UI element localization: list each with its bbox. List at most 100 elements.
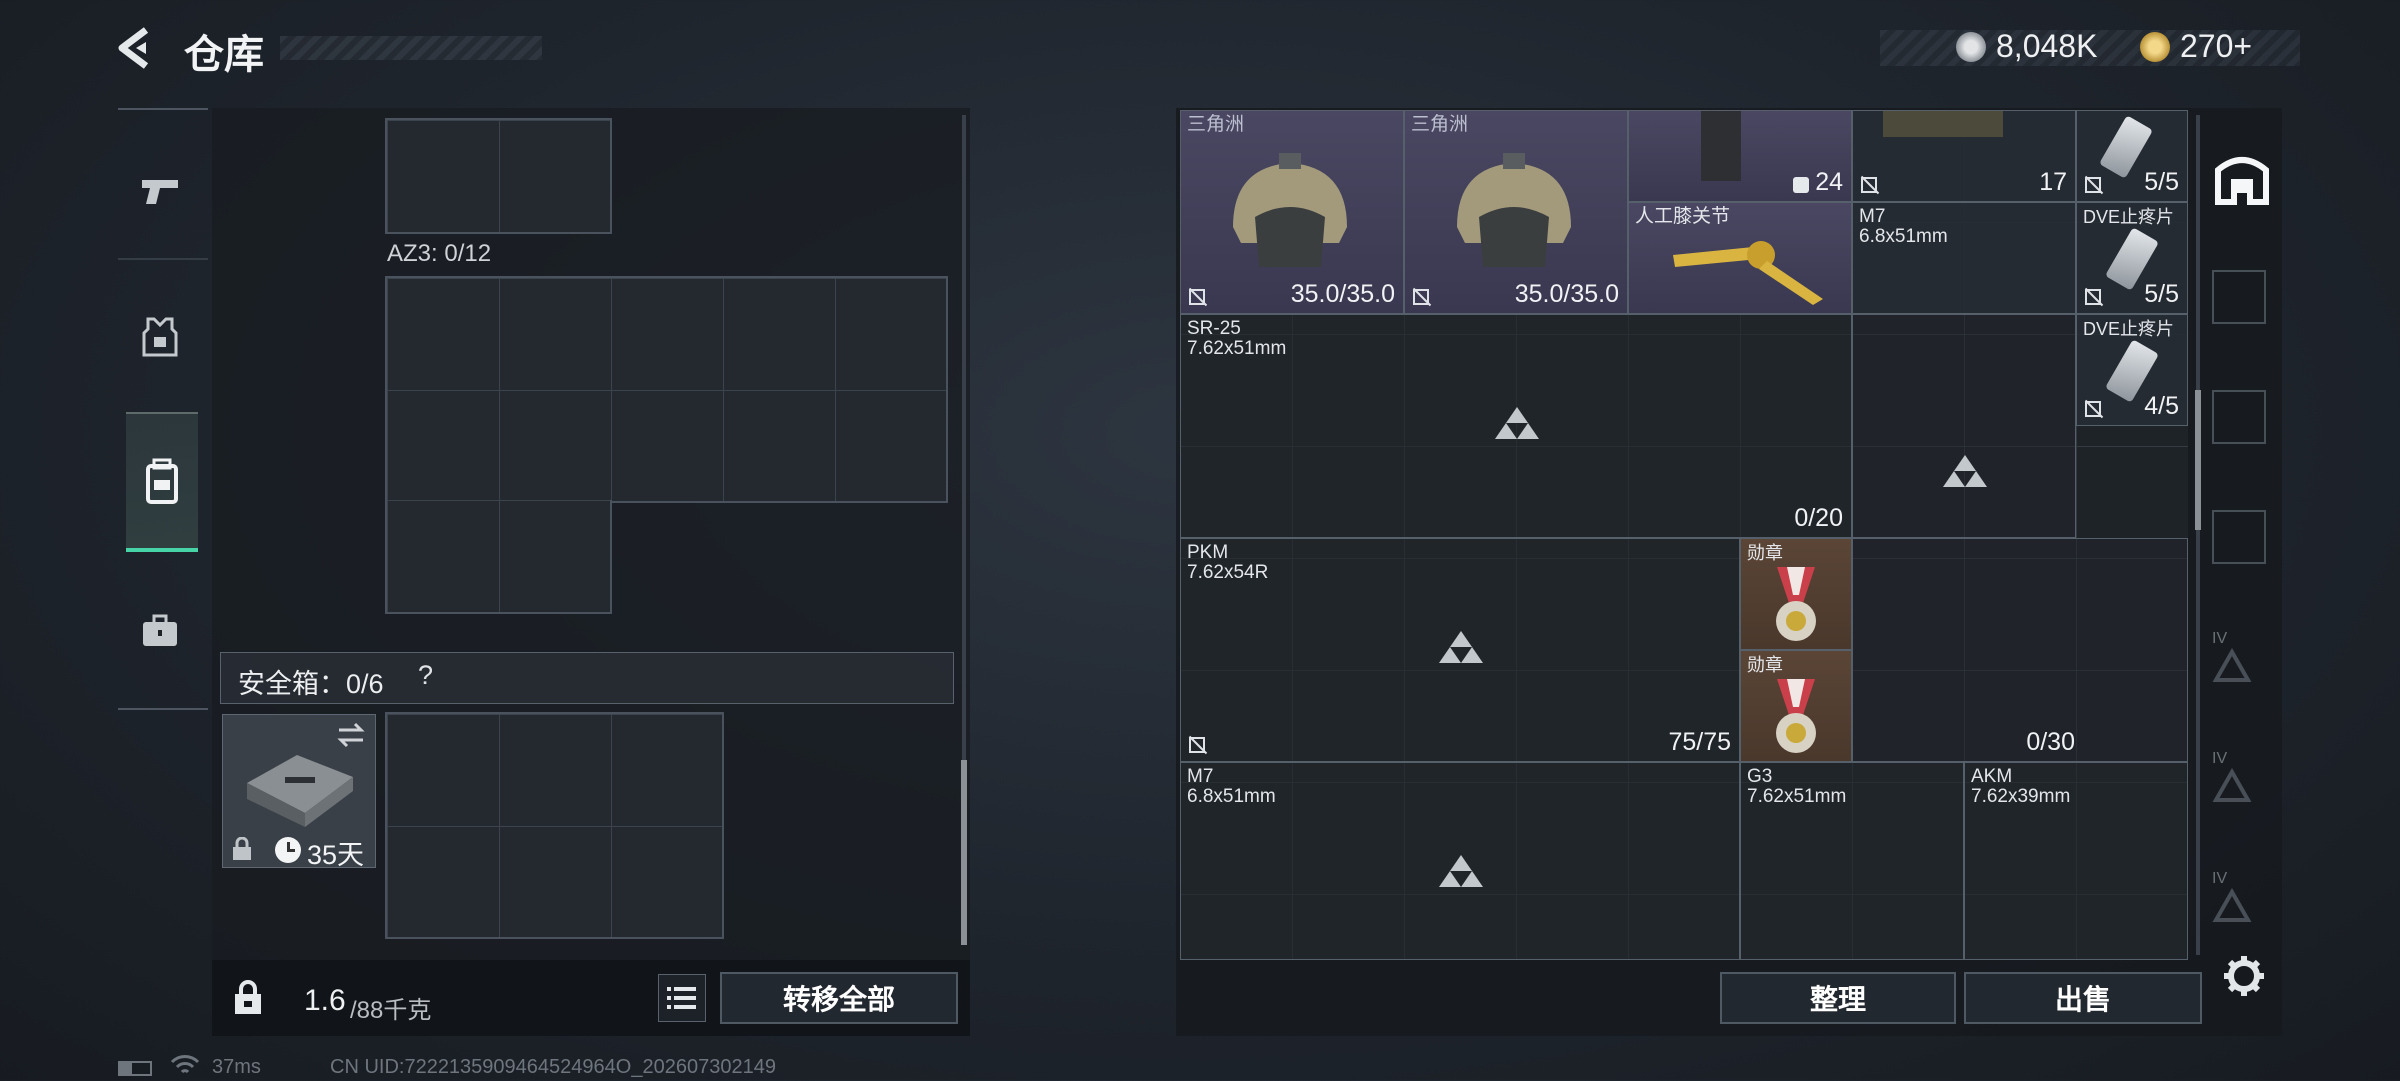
storage-icon	[2212, 887, 2252, 922]
warehouse-scrollbar-thumb[interactable]	[2195, 390, 2201, 530]
weight-lock-icon	[232, 980, 264, 1021]
tab-storage-2[interactable]	[2212, 390, 2266, 444]
painkiller-item-2[interactable]: DVE止疼片 4/5	[2076, 314, 2188, 426]
safe-box-label: 安全箱：0/6	[238, 669, 384, 699]
title-stripe	[280, 36, 542, 60]
item-top-a[interactable]: 24	[1628, 110, 1852, 202]
sr25-ammo-item[interactable]: SR-25 7.62x51mm 0/20	[1180, 314, 1852, 538]
tab-level-label: IV	[2212, 870, 2228, 887]
container-label: AZ3: 0/12	[387, 240, 492, 267]
swap-icon[interactable]	[335, 721, 367, 749]
helmet-image	[1457, 153, 1571, 267]
tab-warehouse-home[interactable]	[2210, 148, 2274, 212]
storage-icon	[2212, 767, 2252, 802]
armor-vest-icon	[142, 317, 178, 357]
settings-button[interactable]	[2222, 954, 2266, 998]
clock-icon	[275, 837, 301, 863]
no-durability-icon	[1187, 735, 1207, 755]
tab-level-3[interactable]: IV	[2212, 870, 2266, 924]
back-arrow-icon	[118, 27, 149, 69]
medal-image	[1776, 567, 1816, 641]
briefcase-icon	[143, 614, 177, 646]
safe-box-item[interactable]: 35天	[222, 714, 376, 870]
akm-ammo-item[interactable]: AKM 7.62x39mm	[1964, 762, 2188, 960]
organize-button[interactable]: 整理	[1720, 972, 1956, 1024]
no-durability-icon	[1859, 175, 1879, 195]
no-durability-icon	[1187, 287, 1207, 307]
item-image	[1883, 111, 2003, 137]
ticket-amount[interactable]: 270+	[2180, 28, 2252, 65]
tab-backpack-active[interactable]	[126, 412, 198, 552]
ticket-icon	[2140, 32, 2170, 62]
ammo-box-item[interactable]: 0/30	[1852, 538, 2188, 762]
safe-case-image	[247, 755, 353, 827]
container-grid-top[interactable]	[385, 118, 612, 234]
helmet-item-2[interactable]: 三角洲 35.0/35.0	[1404, 110, 1628, 314]
empty-slot-item[interactable]	[1852, 314, 2076, 538]
help-button[interactable]: ?	[418, 660, 433, 691]
tab-level-label: IV	[2212, 630, 2228, 647]
knee-joint-image	[1673, 241, 1823, 305]
coin-amount: 8,048K	[1996, 28, 2098, 64]
knee-joint-item[interactable]: 人工膝关节	[1628, 202, 1852, 314]
tab-level-label: IV	[2212, 750, 2228, 767]
pistol-icon	[142, 180, 178, 204]
no-durability-icon	[2083, 175, 2103, 195]
uid-text: CN UID:7222135909464524964O_202607302149	[330, 1056, 776, 1078]
list-icon	[667, 987, 696, 1009]
nav-divider	[118, 108, 208, 110]
nav-divider	[118, 708, 208, 710]
lock-icon	[231, 836, 253, 866]
medal-image	[1776, 679, 1816, 753]
medal-item-1[interactable]: 勋章	[1740, 538, 1852, 650]
sell-button[interactable]: 出售	[1964, 972, 2202, 1024]
no-durability-icon	[2083, 399, 2103, 419]
placeholder-icon	[1439, 631, 1483, 665]
list-view-button[interactable]	[658, 974, 706, 1022]
weight-max: /88千克	[350, 997, 432, 1024]
g3-ammo-item[interactable]: G3 7.62x51mm	[1740, 762, 1964, 960]
m7-ammo-item[interactable]: M7 6.8x51mm	[1852, 202, 2076, 314]
no-durability-icon	[2083, 287, 2103, 307]
transfer-all-button[interactable]: 转移全部	[720, 972, 958, 1024]
backpack-icon	[146, 458, 178, 504]
tab-storage-3[interactable]	[2212, 510, 2266, 564]
gear-icon	[2224, 956, 2264, 996]
safe-box-timer: 35天	[307, 840, 365, 870]
item-top-b[interactable]: 17	[1852, 110, 2076, 202]
item-top-c[interactable]: 5/5	[2076, 110, 2188, 202]
helmet-image	[1233, 153, 1347, 267]
tab-level-2[interactable]: IV	[2212, 750, 2266, 804]
tab-armor[interactable]	[130, 312, 190, 362]
page-title: 仓库	[184, 33, 264, 77]
tab-case[interactable]	[130, 606, 190, 656]
pkm-ammo-item[interactable]: PKM 7.62x54R 75/75	[1180, 538, 1740, 762]
tab-weapons[interactable]	[130, 165, 190, 215]
wifi-icon	[170, 1054, 200, 1081]
az3-grid[interactable]	[385, 276, 948, 503]
placeholder-icon	[1495, 407, 1539, 441]
warehouse-scrollbar[interactable]	[2196, 115, 2200, 955]
coin-icon	[1956, 32, 1986, 62]
battery-icon	[118, 1061, 152, 1076]
bag-icon	[1793, 177, 1809, 193]
tab-level-1[interactable]: IV	[2212, 630, 2266, 684]
back-button[interactable]	[112, 24, 164, 72]
storage-icon	[2212, 647, 2252, 682]
weight-current: 1.6	[304, 984, 346, 1017]
no-durability-icon	[1411, 287, 1431, 307]
medal-item-2[interactable]: 勋章	[1740, 650, 1852, 762]
placeholder-icon	[1943, 455, 1987, 489]
placeholder-icon	[1439, 855, 1483, 889]
warehouse-icon	[2215, 157, 2269, 205]
tab-storage-1[interactable]	[2212, 270, 2266, 324]
ping-text: 37ms	[212, 1056, 261, 1078]
item-image	[1701, 111, 1741, 181]
safe-box-grid[interactable]	[385, 712, 724, 939]
painkiller-item-1[interactable]: DVE止疼片 5/5	[2076, 202, 2188, 314]
az3-grid-lower[interactable]	[385, 500, 612, 614]
helmet-item-1[interactable]: 三角洲 35.0/35.0	[1180, 110, 1404, 314]
m7-ammo-item-2[interactable]: M7 6.8x51mm	[1180, 762, 1740, 960]
panel-scrollbar-thumb[interactable]	[961, 760, 967, 945]
nav-divider	[118, 258, 208, 260]
